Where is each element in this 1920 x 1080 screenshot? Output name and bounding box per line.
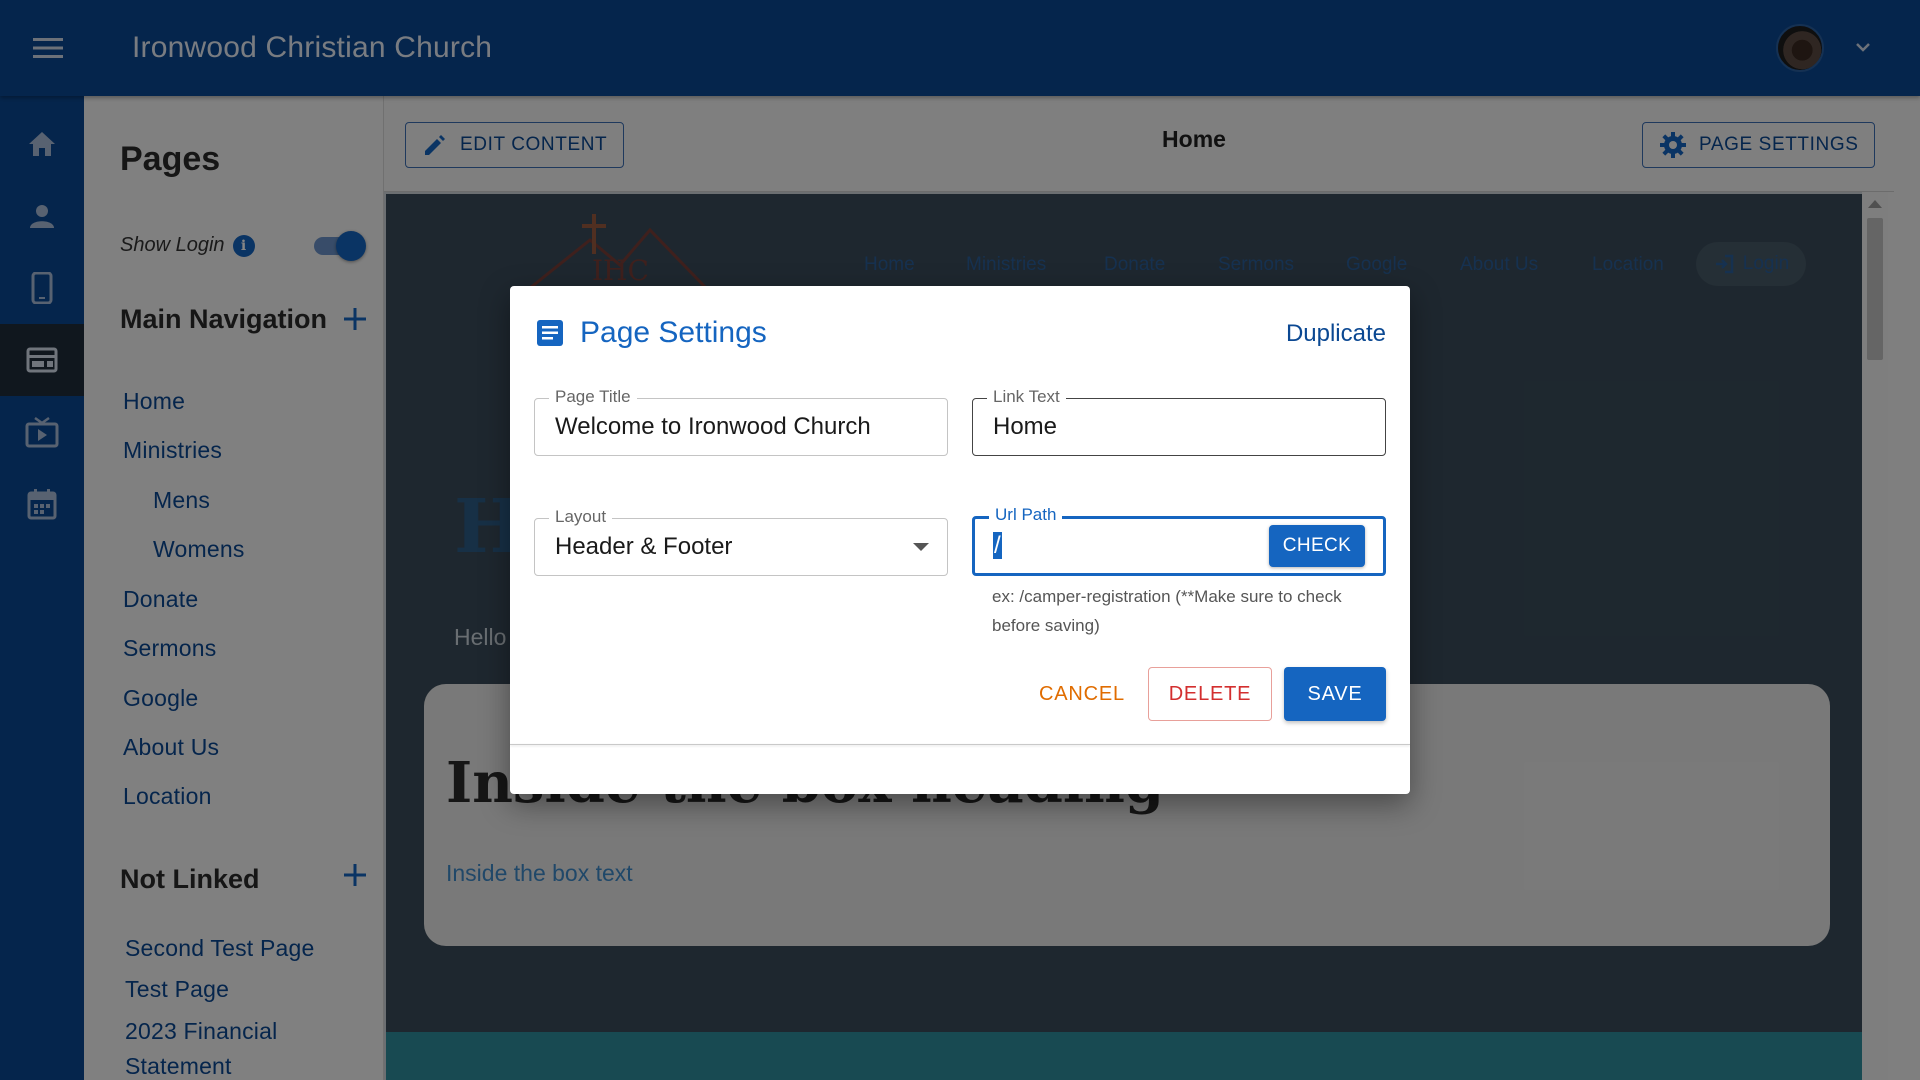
url-path-value[interactable]: / <box>993 532 1002 560</box>
dropdown-arrow-icon <box>913 543 929 551</box>
dialog-title-text: Page Settings <box>580 316 767 349</box>
layout-select[interactable]: Layout Header & Footer <box>534 507 948 576</box>
url-path-field[interactable]: Url Path / CHECK <box>972 505 1386 576</box>
article-icon <box>537 320 563 346</box>
cancel-button[interactable]: CANCEL <box>1026 667 1138 721</box>
layout-value: Header & Footer <box>555 533 733 560</box>
url-helper-text: ex: /camper-registration (**Make sure to… <box>992 587 1342 635</box>
layout-label: Layout <box>549 507 613 527</box>
dialog-divider <box>510 744 1410 745</box>
url-path-label: Url Path <box>989 505 1063 525</box>
link-text-label: Link Text <box>987 387 1066 407</box>
check-url-button[interactable]: CHECK <box>1269 525 1365 567</box>
delete-button[interactable]: DELETE <box>1148 667 1272 721</box>
page-title-label: Page Title <box>549 387 637 407</box>
duplicate-link[interactable]: Duplicate <box>1286 320 1386 348</box>
dialog-title: Page Settings <box>536 316 767 350</box>
link-text-value[interactable]: Home <box>993 413 1057 441</box>
page-settings-dialog: Page Settings Duplicate Page Title Welco… <box>510 286 1410 794</box>
save-button[interactable]: SAVE <box>1284 667 1386 721</box>
url-path-selected-text: / <box>993 532 1002 559</box>
page-title-field[interactable]: Page Title Welcome to Ironwood Church <box>534 387 948 456</box>
link-text-field[interactable]: Link Text Home <box>972 387 1386 456</box>
page-title-value[interactable]: Welcome to Ironwood Church <box>555 413 871 441</box>
